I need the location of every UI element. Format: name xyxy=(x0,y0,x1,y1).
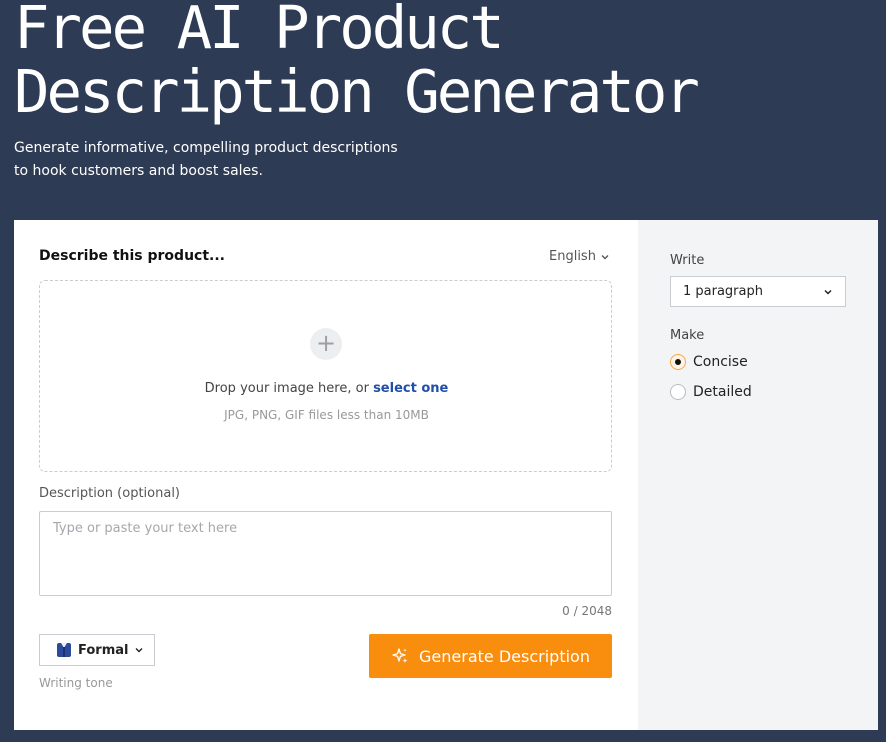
writing-tone-dropdown[interactable]: Formal xyxy=(39,634,155,666)
generate-description-button[interactable]: Generate Description xyxy=(369,634,612,678)
writing-tone-caption: Writing tone xyxy=(39,676,113,690)
page-subtitle: Generate informative, compelling product… xyxy=(14,140,398,179)
radio-button[interactable] xyxy=(670,384,686,400)
dropzone-text-line: Drop your image here, or select one xyxy=(40,381,613,396)
description-input[interactable] xyxy=(39,511,612,596)
radio-button-checked[interactable] xyxy=(670,354,686,370)
radio-label: Concise xyxy=(693,354,748,370)
describe-product-label: Describe this product... xyxy=(39,248,225,264)
character-counter: 0 / 2048 xyxy=(562,604,612,618)
make-label: Make xyxy=(670,328,705,343)
generator-card: Describe this product... English + Drop … xyxy=(14,220,878,730)
radio-option-detailed[interactable]: Detailed xyxy=(670,384,752,400)
image-dropzone[interactable]: + Drop your image here, or select one JP… xyxy=(39,280,612,472)
select-file-link[interactable]: select one xyxy=(373,381,448,396)
input-panel: Describe this product... English + Drop … xyxy=(14,220,638,730)
chevron-down-icon xyxy=(135,648,143,653)
suit-icon xyxy=(57,643,71,657)
chevron-down-icon xyxy=(601,254,609,259)
language-selector[interactable]: English xyxy=(549,249,610,264)
writing-tone-value: Formal xyxy=(78,642,129,658)
length-select[interactable]: 1 paragraph xyxy=(670,276,846,307)
language-label: English xyxy=(549,249,596,264)
generate-button-label: Generate Description xyxy=(419,646,590,666)
length-select-value: 1 paragraph xyxy=(683,284,763,299)
description-label: Description (optional) xyxy=(39,486,181,501)
dropzone-text: Drop your image here, or xyxy=(204,381,369,396)
dropzone-hint: JPG, PNG, GIF files less than 10MB xyxy=(224,408,429,422)
radio-label: Detailed xyxy=(693,384,752,400)
settings-panel: Write 1 paragraph Make Concise Detailed xyxy=(638,220,878,730)
sparkle-icon xyxy=(392,648,408,663)
radio-option-concise[interactable]: Concise xyxy=(670,354,748,370)
chevron-down-icon xyxy=(824,289,832,295)
page-title: Free AI Product Description Generator xyxy=(14,0,700,126)
write-label: Write xyxy=(670,253,705,268)
plus-icon: + xyxy=(310,328,342,360)
